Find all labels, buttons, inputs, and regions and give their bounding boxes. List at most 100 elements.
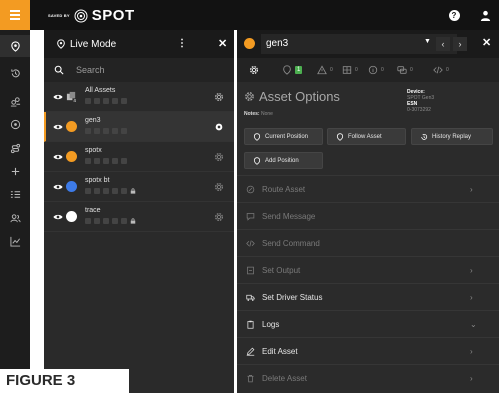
- previous-asset-button[interactable]: ‹: [436, 37, 450, 51]
- menu-set-output[interactable]: Set Output ›: [237, 256, 499, 283]
- tab-positions[interactable]: 1: [282, 64, 303, 76]
- list-item[interactable]: spotx bt: [44, 172, 234, 202]
- search-input[interactable]: [76, 65, 216, 75]
- table-icon: [342, 66, 352, 74]
- alert-icon: [317, 65, 327, 75]
- route-icon: [246, 185, 255, 194]
- help-button[interactable]: ?: [447, 8, 461, 22]
- menu-edit-asset[interactable]: Edit Asset ›: [237, 337, 499, 364]
- tab-info[interactable]: 0: [368, 64, 384, 76]
- menu-send-message[interactable]: Send Message: [237, 202, 499, 229]
- route-icon: [10, 143, 20, 153]
- list-item[interactable]: trace: [44, 202, 234, 232]
- chart-icon: [9, 236, 20, 247]
- users-group-icon: [10, 96, 20, 107]
- add-position-button[interactable]: Add Position: [244, 152, 323, 169]
- tab-count: 0: [410, 67, 413, 73]
- tab-table[interactable]: 0: [342, 64, 358, 76]
- menu-item-label: Logs: [262, 320, 280, 329]
- checklist-icon: [10, 190, 20, 198]
- settings-icon[interactable]: [214, 152, 224, 162]
- brand-logo: SAVED BY SPOT: [48, 7, 135, 24]
- location-pin-icon: [253, 156, 261, 165]
- rail-groups[interactable]: [0, 90, 30, 112]
- menu-item-label: Send Message: [262, 212, 316, 221]
- eye-icon[interactable]: [53, 153, 63, 161]
- rail-contacts[interactable]: [0, 207, 30, 229]
- chevron-right-icon: ›: [470, 185, 473, 194]
- list-item[interactable]: 4 All Assets: [44, 82, 234, 112]
- rail-live-map[interactable]: [0, 35, 30, 57]
- tab-messages[interactable]: 0: [397, 64, 413, 76]
- menu-logs[interactable]: Logs ⌄: [237, 310, 499, 337]
- detail-header: gen3 ▼ ‹ › ✕: [237, 30, 499, 58]
- tab-count: 0: [355, 67, 358, 73]
- message-icon: [397, 66, 407, 74]
- settings-icon[interactable]: [214, 122, 224, 132]
- settings-icon: [245, 92, 254, 101]
- help-circle-icon: ?: [448, 9, 460, 21]
- menu-delete-asset[interactable]: Delete Asset ›: [237, 364, 499, 391]
- caret-down-icon[interactable]: ▼: [424, 38, 431, 45]
- tab-commands[interactable]: 0: [433, 64, 449, 76]
- history-icon: [421, 133, 428, 140]
- asset-notes: Notes: None: [244, 111, 273, 117]
- menu-item-label: Send Command: [262, 239, 320, 248]
- eye-icon[interactable]: [53, 183, 63, 191]
- rail-add[interactable]: [0, 160, 30, 182]
- user-menu-button[interactable]: [478, 8, 492, 22]
- eye-icon[interactable]: [53, 213, 63, 221]
- left-nav-rail: [0, 30, 30, 393]
- rail-checklist[interactable]: [0, 183, 30, 205]
- menu-send-command[interactable]: Send Command: [237, 229, 499, 256]
- top-bar: SAVED BY SPOT ?: [0, 0, 499, 30]
- menu-set-driver-status[interactable]: Set Driver Status ›: [237, 283, 499, 310]
- list-item[interactable]: spotx: [44, 142, 234, 172]
- settings-icon[interactable]: [214, 182, 224, 192]
- follow-asset-button[interactable]: Follow Asset: [327, 128, 406, 145]
- hamburger-menu-button[interactable]: [0, 0, 30, 30]
- asset-signal-indicator: [85, 188, 127, 194]
- next-asset-button[interactable]: ›: [453, 37, 467, 51]
- menu-route-asset[interactable]: Route Asset ›: [237, 175, 499, 202]
- trash-icon: [247, 374, 254, 383]
- list-item-selected[interactable]: gen3: [44, 112, 234, 142]
- page-title: Asset Options: [259, 89, 340, 104]
- location-pin-icon: [57, 39, 65, 49]
- pin-icon: [283, 65, 291, 75]
- detail-close-button[interactable]: ✕: [482, 36, 491, 49]
- settings-icon[interactable]: [214, 212, 224, 222]
- lock-icon: [130, 218, 136, 224]
- tracker-icon: [66, 151, 77, 162]
- selected-asset-name: gen3: [266, 38, 289, 49]
- tracker-icon: [66, 181, 77, 192]
- tab-options[interactable]: [249, 64, 259, 76]
- current-position-button[interactable]: Current Position: [244, 128, 323, 145]
- code-icon: [433, 66, 443, 74]
- chevron-right-icon: ›: [470, 293, 473, 302]
- list-close-button[interactable]: ✕: [218, 37, 227, 50]
- history-replay-button[interactable]: History Replay: [411, 128, 493, 145]
- asset-name: trace: [85, 207, 101, 214]
- menu-item-label: Route Asset: [262, 185, 306, 194]
- list-menu-button[interactable]: ⋮: [177, 38, 187, 49]
- eye-icon[interactable]: [53, 123, 63, 131]
- rail-history[interactable]: [0, 62, 30, 84]
- asset-detail-panel: gen3 ▼ ‹ › ✕ 1 0 0 0 0 0 Asset Options N…: [237, 30, 499, 393]
- add-position-label: Add Position: [265, 157, 299, 164]
- device-info: Device: SPOT Gen3 ESN 0-3073292: [407, 89, 434, 113]
- follow-asset-label: Follow Asset: [348, 133, 382, 140]
- settings-icon[interactable]: [214, 92, 224, 102]
- rail-geofence[interactable]: [0, 113, 30, 135]
- tracker-icon: [244, 38, 255, 49]
- rail-reports[interactable]: [0, 230, 30, 252]
- history-replay-label: History Replay: [432, 133, 472, 140]
- eye-icon[interactable]: [53, 93, 63, 101]
- asset-signal-indicator: [85, 218, 127, 224]
- tab-alerts[interactable]: 0: [317, 64, 333, 76]
- brand-name: SPOT: [91, 7, 135, 24]
- rail-routes[interactable]: [0, 137, 30, 159]
- tab-count: 1: [295, 66, 303, 74]
- location-pin-icon: [10, 40, 20, 52]
- chevron-right-icon: ›: [470, 374, 473, 383]
